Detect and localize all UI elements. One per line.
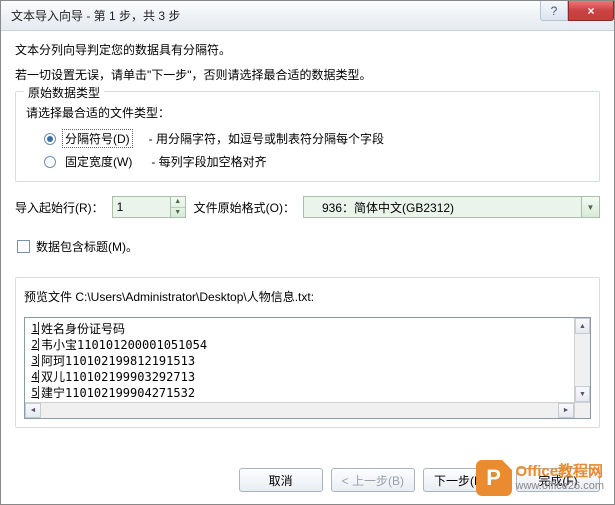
- dropdown-arrow-icon[interactable]: ▼: [581, 197, 599, 217]
- radio-fixed-label: 固定宽度(W): [62, 152, 135, 171]
- spinner-up-icon[interactable]: ▲: [171, 197, 185, 208]
- group-title: 原始数据类型: [24, 84, 104, 101]
- encoding-value: 936：简体中文(GB2312): [322, 199, 454, 216]
- scrollbar-vertical[interactable]: ▲ ▼: [574, 318, 590, 402]
- scroll-up-icon[interactable]: ▲: [575, 318, 590, 334]
- preview-line: 3阿珂110102199812191513: [27, 352, 574, 368]
- next-button[interactable]: 下一步(N) >: [423, 468, 508, 492]
- scroll-right-icon[interactable]: ►: [558, 403, 574, 418]
- original-data-type-group: 原始数据类型 请选择最合适的文件类型： 分隔符号(D) - 用分隔字符，如逗号或…: [15, 91, 600, 182]
- preview-group: 预览文件 C:\Users\Administrator\Desktop\人物信息…: [15, 277, 600, 428]
- scroll-left-icon[interactable]: ◄: [25, 403, 41, 418]
- radio-row-delimited[interactable]: 分隔符号(D) - 用分隔字符，如逗号或制表符分隔每个字段: [26, 127, 589, 150]
- radio-fixed-desc: - 每列字段加空格对齐: [151, 153, 266, 170]
- window-title: 文本导入向导 - 第 1 步，共 3 步: [11, 7, 180, 24]
- preview-title: 预览文件 C:\Users\Administrator\Desktop\人物信息…: [24, 288, 591, 305]
- start-row-input[interactable]: [112, 196, 170, 218]
- radio-delimited-label: 分隔符号(D): [62, 129, 133, 148]
- titlebar: 文本导入向导 - 第 1 步，共 3 步 ? ×: [1, 1, 614, 31]
- encoding-select[interactable]: 936：简体中文(GB2312) ▼: [303, 196, 600, 218]
- intro-line-2: 若一切设置无误，请单击"下一步"，否则请选择最合适的数据类型。: [15, 66, 600, 83]
- cancel-button[interactable]: 取消: [239, 468, 323, 492]
- group-instruction: 请选择最合适的文件类型：: [26, 104, 589, 121]
- header-checkbox[interactable]: [17, 240, 30, 253]
- intro-line-1: 文本分列向导判定您的数据具有分隔符。: [15, 41, 600, 58]
- back-button: < 上一步(B): [331, 468, 415, 492]
- header-checkbox-label: 数据包含标题(M)。: [36, 238, 138, 255]
- encoding-label: 文件原始格式(O)：: [194, 199, 295, 216]
- preview-line: 1姓名身份证号码: [27, 320, 574, 336]
- start-row-spinner[interactable]: ▲ ▼: [112, 196, 186, 218]
- radio-fixed[interactable]: [44, 156, 56, 168]
- preview-line: 5建宁110102199904271532: [27, 384, 574, 400]
- scroll-down-icon[interactable]: ▼: [575, 386, 590, 402]
- radio-delimited[interactable]: [44, 133, 56, 145]
- scroll-corner: [574, 402, 590, 418]
- preview-line: 4双儿110102199903292713: [27, 368, 574, 384]
- preview-line: 2韦小宝110101200001051054: [27, 336, 574, 352]
- header-checkbox-row[interactable]: 数据包含标题(M)。: [17, 238, 600, 255]
- finish-button[interactable]: 完成(F): [516, 468, 600, 492]
- start-row-label: 导入起始行(R)：: [15, 199, 104, 216]
- close-button[interactable]: ×: [568, 1, 614, 21]
- scrollbar-horizontal[interactable]: ◄ ►: [25, 402, 574, 418]
- radio-row-fixed[interactable]: 固定宽度(W) - 每列字段加空格对齐: [26, 150, 589, 173]
- preview-box: 1姓名身份证号码 2韦小宝110101200001051054 3阿珂11010…: [24, 317, 591, 419]
- help-button[interactable]: ?: [540, 1, 568, 21]
- radio-delimited-desc: - 用分隔字符，如逗号或制表符分隔每个字段: [149, 130, 384, 147]
- spinner-down-icon[interactable]: ▼: [171, 208, 185, 218]
